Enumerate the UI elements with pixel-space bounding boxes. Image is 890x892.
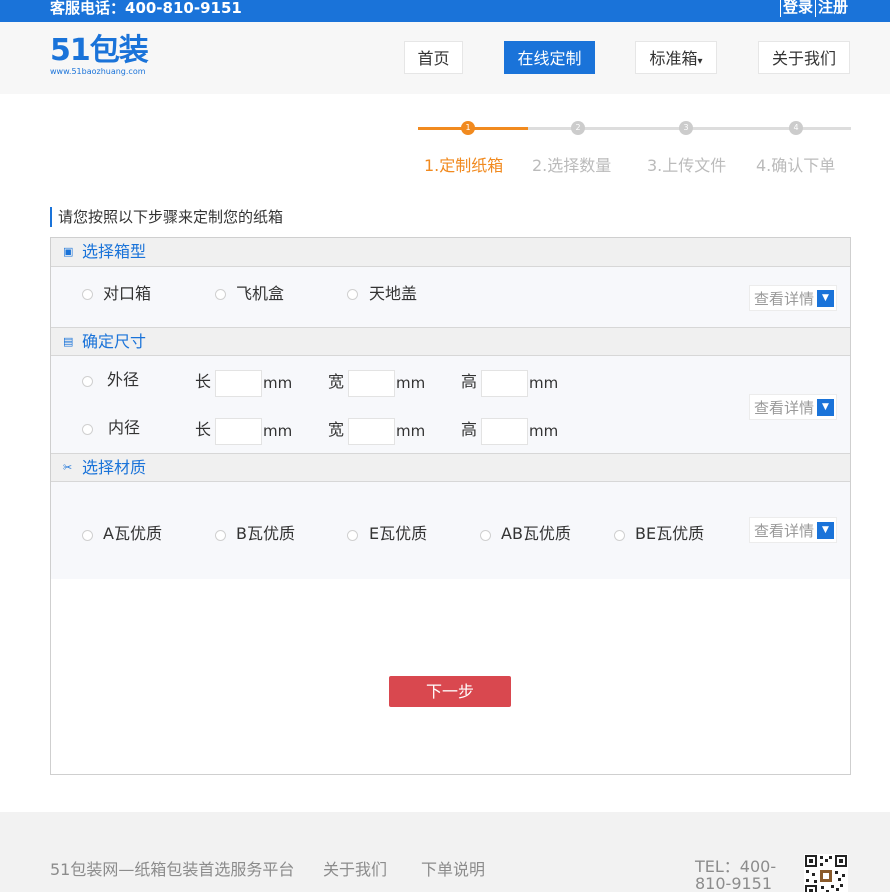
- radio-material-e[interactable]: [347, 530, 358, 541]
- nav-standard-box[interactable]: 标准箱▾: [635, 41, 717, 74]
- qr-code-icon: [804, 854, 848, 892]
- step-dot-4: 4: [789, 121, 803, 135]
- unit-length-outer: mm: [263, 374, 293, 392]
- site-footer: 51包装网—纸箱包装首选服务平台 关于我们 下单说明 TEL：400-810-9…: [0, 812, 890, 892]
- radio-box-type-1[interactable]: [82, 289, 93, 300]
- instruction-text: 请您按照以下步骤来定制您的纸箱: [50, 207, 283, 227]
- label-height-inner: 高: [461, 420, 478, 439]
- radio-material-a[interactable]: [82, 530, 93, 541]
- chevron-down-icon: ▼: [817, 522, 834, 539]
- label-inner-size[interactable]: 内径: [108, 418, 140, 438]
- auth-links: 登录 注册: [779, 0, 850, 17]
- unit-height-inner: mm: [529, 422, 559, 440]
- nav-online-custom[interactable]: 在线定制: [504, 41, 595, 74]
- detail-dropdown-material[interactable]: 查看详情 ▼: [749, 517, 837, 543]
- chevron-down-icon: ▼: [817, 290, 834, 307]
- footer-about-link[interactable]: 关于我们: [323, 860, 387, 880]
- input-height-inner[interactable]: [481, 418, 528, 445]
- step-label-1: 1.定制纸箱: [424, 156, 504, 175]
- unit-width-outer: mm: [396, 374, 426, 392]
- step-label-4: 4.确认下单: [756, 156, 836, 175]
- footer-slogan: 51包装网—纸箱包装首选服务平台: [50, 860, 295, 879]
- section-header-box-type: ▣ 选择箱型: [51, 238, 850, 267]
- step-dot-2: 2: [571, 121, 585, 135]
- option-material-ab[interactable]: AB瓦优质: [501, 524, 571, 544]
- nav-home[interactable]: 首页: [404, 41, 463, 74]
- option-material-a[interactable]: A瓦优质: [103, 524, 162, 544]
- logo-text: 51包装: [50, 33, 149, 68]
- next-step-button[interactable]: 下一步: [389, 676, 511, 707]
- label-width-outer: 宽: [328, 372, 345, 391]
- label-outer-size[interactable]: 外径: [107, 370, 139, 390]
- chevron-down-icon: ▼: [817, 399, 834, 416]
- section-header-size: ▤ 确定尺寸: [51, 327, 850, 356]
- login-link[interactable]: 登录: [779, 0, 815, 17]
- label-length-outer: 长: [195, 372, 212, 391]
- radio-box-type-3[interactable]: [347, 289, 358, 300]
- detail-label: 查看详情: [754, 522, 815, 540]
- section-body-box-type: 对口箱 飞机盒 天地盖 查看详情 ▼: [51, 267, 850, 327]
- box-type-icon: ▣: [63, 245, 74, 258]
- input-width-outer[interactable]: [348, 370, 395, 397]
- option-material-b[interactable]: B瓦优质: [236, 524, 295, 544]
- section-body-material: A瓦优质 B瓦优质 E瓦优质 AB瓦优质 BE瓦优质 查看详情 ▼: [51, 482, 850, 579]
- top-bar: 客服电话：400-810-9151 登录 注册: [0, 0, 890, 22]
- detail-dropdown-box-type[interactable]: 查看详情 ▼: [749, 285, 837, 311]
- option-box-type-2[interactable]: 飞机盒: [236, 284, 284, 304]
- page-root: 客服电话：400-810-9151 登录 注册 51包装 www.51baozhu…: [0, 0, 890, 892]
- radio-outer-size[interactable]: [82, 376, 93, 387]
- label-length-inner: 长: [195, 420, 212, 439]
- logo-url: www.51baozhuang.com: [50, 67, 146, 76]
- footer-tel: TEL：400-810-9151: [695, 857, 777, 892]
- nav-standard-label: 标准箱: [649, 49, 698, 68]
- label-width-inner: 宽: [328, 420, 345, 439]
- register-link[interactable]: 注册: [814, 0, 850, 17]
- option-material-be[interactable]: BE瓦优质: [635, 524, 704, 544]
- ruler-icon: ▤: [63, 335, 74, 348]
- input-length-outer[interactable]: [215, 370, 262, 397]
- detail-label: 查看详情: [754, 399, 815, 417]
- step-dot-3: 3: [679, 121, 693, 135]
- site-header: 51包装 www.51baozhuang.com 首页 在线定制 标准箱▾ 关于…: [0, 22, 890, 94]
- section-title-material: 选择材质: [82, 458, 147, 477]
- section-title-box-type: 选择箱型: [82, 242, 147, 261]
- label-height-outer: 高: [461, 372, 478, 391]
- input-width-inner[interactable]: [348, 418, 395, 445]
- step-label-3: 3.上传文件: [647, 156, 727, 175]
- option-material-e[interactable]: E瓦优质: [369, 524, 427, 544]
- section-header-material: ✂ 选择材质: [51, 453, 850, 482]
- radio-material-b[interactable]: [215, 530, 226, 541]
- detail-dropdown-size[interactable]: 查看详情 ▼: [749, 394, 837, 420]
- unit-length-inner: mm: [263, 422, 293, 440]
- section-body-size: 外径 长 mm 宽 mm 高 mm 内径 长 mm 宽 mm 高 mm 查看详情…: [51, 356, 850, 453]
- site-logo[interactable]: 51包装 www.51baozhuang.com: [50, 33, 149, 77]
- service-phone: 客服电话：400-810-9151: [50, 0, 242, 17]
- radio-box-type-2[interactable]: [215, 289, 226, 300]
- step-dot-1: 1: [461, 121, 475, 135]
- unit-width-inner: mm: [396, 422, 426, 440]
- input-length-inner[interactable]: [215, 418, 262, 445]
- footer-order-help-link[interactable]: 下单说明: [421, 860, 485, 880]
- input-height-outer[interactable]: [481, 370, 528, 397]
- detail-label: 查看详情: [754, 290, 815, 308]
- option-box-type-3[interactable]: 天地盖: [369, 284, 417, 304]
- material-icon: ✂: [63, 461, 73, 474]
- unit-height-outer: mm: [529, 374, 559, 392]
- section-title-size: 确定尺寸: [82, 332, 147, 351]
- caret-down-icon: ▾: [697, 56, 703, 67]
- radio-material-be[interactable]: [614, 530, 625, 541]
- step-label-2: 2.选择数量: [532, 156, 612, 175]
- option-box-type-1[interactable]: 对口箱: [103, 284, 151, 304]
- radio-material-ab[interactable]: [480, 530, 491, 541]
- nav-about[interactable]: 关于我们: [758, 41, 850, 74]
- radio-inner-size[interactable]: [82, 424, 93, 435]
